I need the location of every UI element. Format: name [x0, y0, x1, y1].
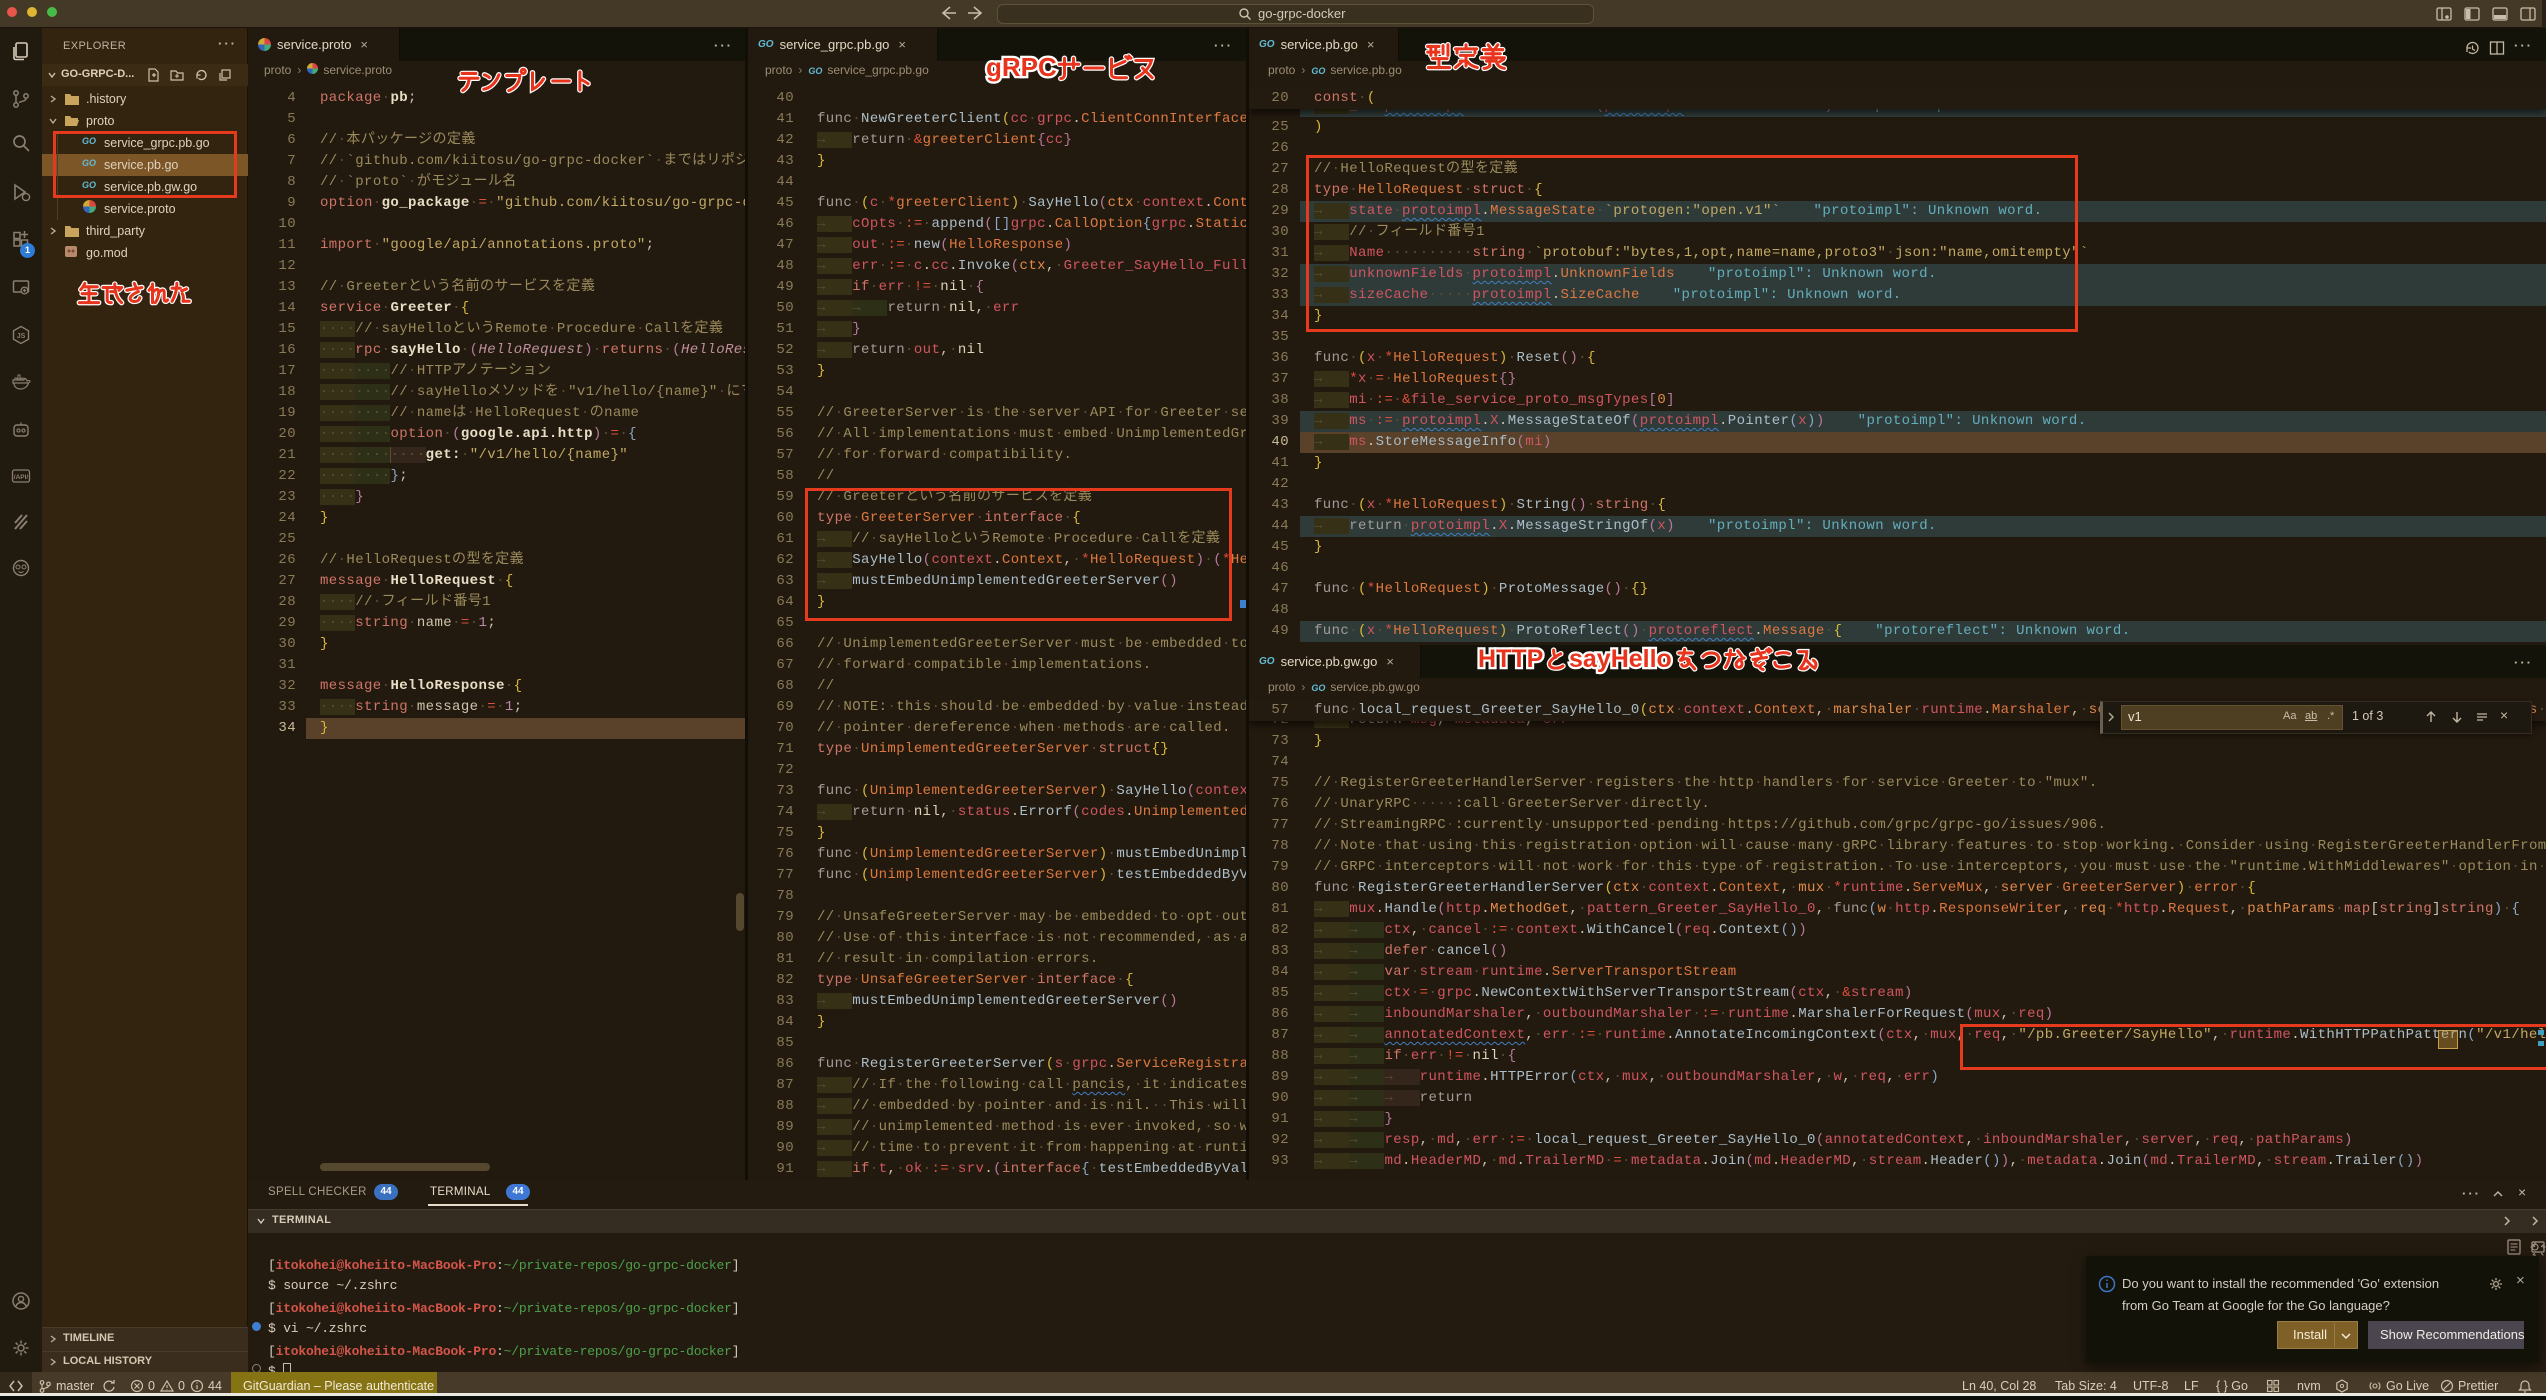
svg-text:JS: JS	[17, 333, 26, 340]
svg-text:sayHello: sayHello	[1569, 645, 1672, 673]
svg-text:/API/: /API/	[14, 474, 29, 481]
svg-text:HTTP: HTTP	[1478, 645, 1543, 673]
svg-text:gRPC: gRPC	[986, 52, 1057, 82]
